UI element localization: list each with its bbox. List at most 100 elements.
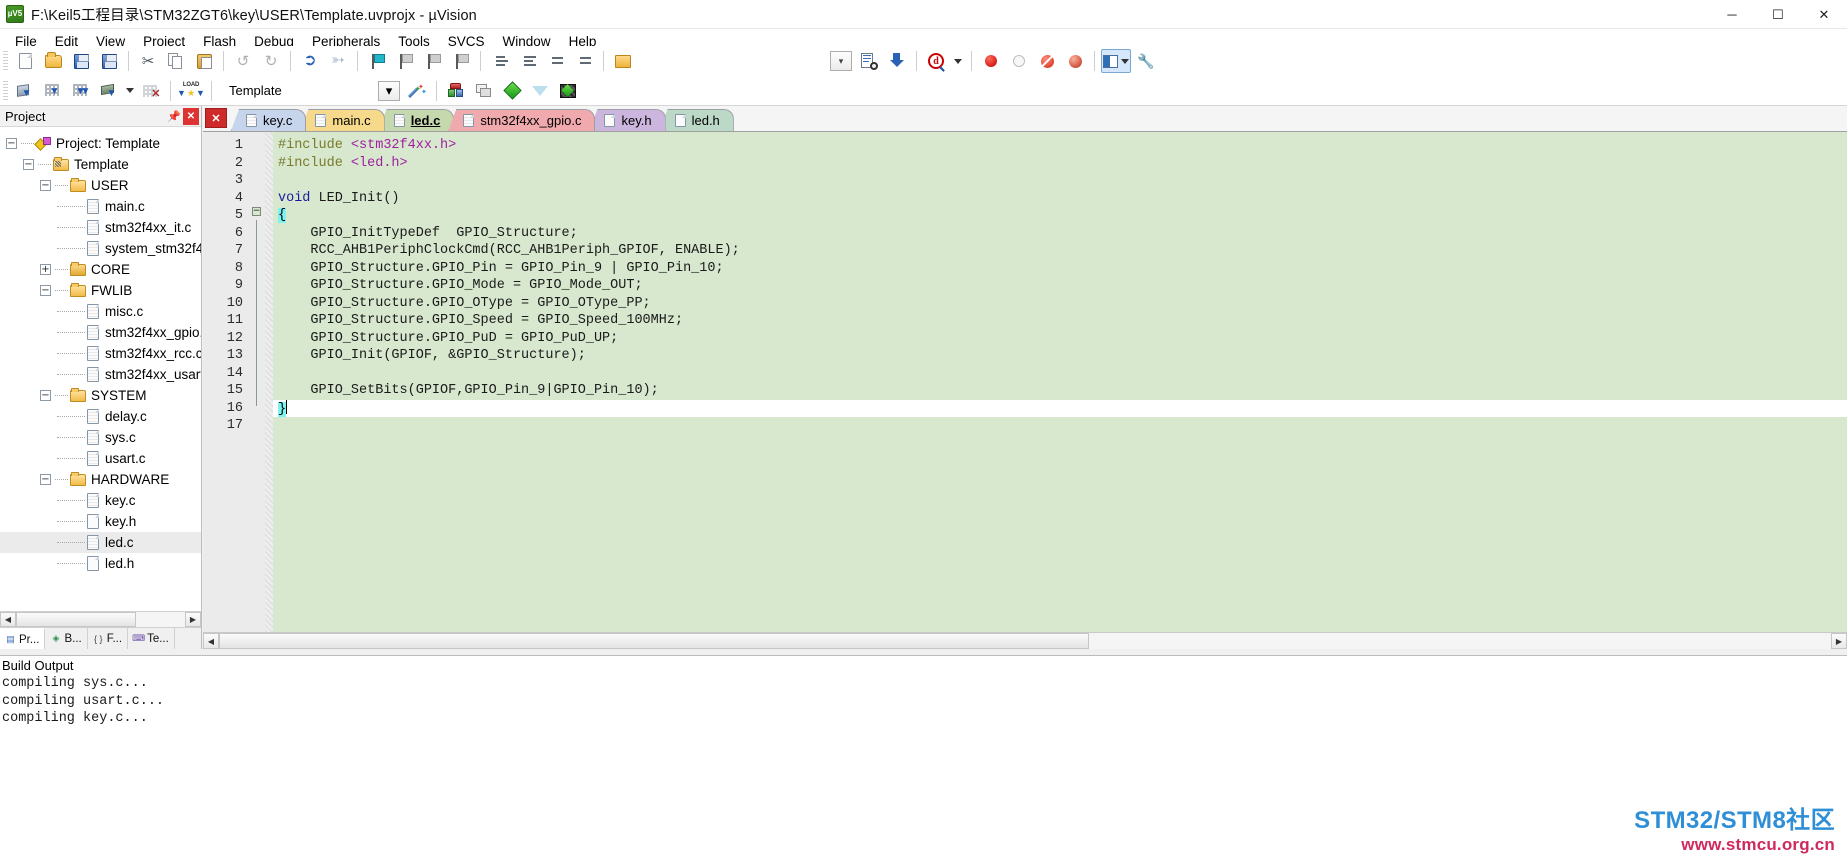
code-line[interactable]: GPIO_Init(GPIOF, &GPIO_Structure); (273, 347, 1847, 365)
clear-bookmarks-button[interactable] (448, 49, 474, 73)
panel-tab-pr[interactable]: ▤ Pr... (0, 628, 46, 649)
expand-toggle-icon[interactable]: + (40, 264, 51, 275)
stop-build-button[interactable]: ✕ (138, 79, 164, 103)
previous-bookmark-button[interactable] (392, 49, 418, 73)
open-file-button[interactable] (40, 49, 66, 73)
project-tree-hscrollbar[interactable]: ◀ ▶ (0, 611, 201, 627)
scroll-right-button[interactable]: ▶ (185, 612, 201, 627)
download-button[interactable]: LOAD ▼ ★ ▼ (177, 79, 205, 103)
filter-button[interactable] (527, 79, 553, 111)
scroll-track[interactable] (16, 612, 185, 627)
toggle-bookmark-button[interactable] (364, 49, 390, 73)
collapse-toggle-icon[interactable]: − (40, 474, 51, 485)
code-line[interactable]: void LED_Init() (273, 190, 1847, 208)
close-icon[interactable]: ✕ (183, 107, 199, 125)
save-button[interactable] (68, 49, 94, 73)
save-all-button[interactable] (96, 49, 122, 73)
collapse-toggle-icon[interactable]: − (40, 180, 51, 191)
navigate-back-button[interactable]: ➲ (297, 49, 323, 73)
tree-item-key-c[interactable]: key.c (0, 490, 201, 511)
debug-dropdown[interactable] (951, 49, 965, 73)
tree-item-key-h[interactable]: key.h (0, 511, 201, 532)
find-combo-dropdown[interactable]: ▾ (828, 49, 854, 73)
editor-tab-led-h[interactable]: led.h (659, 109, 734, 131)
batch-build-button[interactable]: ▼ (96, 79, 122, 103)
scroll-left-button[interactable]: ◀ (0, 612, 16, 627)
tree-item-led-c[interactable]: led.c (0, 532, 201, 553)
tree-item-system-stm32f4xx-c[interactable]: system_stm32f4xx.c (0, 238, 201, 259)
tree-item-usart-c[interactable]: usart.c (0, 448, 201, 469)
code-line[interactable]: #include <stm32f4xx.h> (273, 137, 1847, 155)
editor-tab-stm32f4xx-gpio-c[interactable]: stm32f4xx_gpio.c (448, 109, 596, 131)
build-target-button[interactable]: ▼ (40, 79, 66, 103)
close-button[interactable]: ✕ (1801, 0, 1847, 29)
collapse-toggle-icon[interactable]: − (6, 138, 17, 149)
tree-item-system[interactable]: − SYSTEM (0, 385, 201, 406)
tree-item-delay-c[interactable]: delay.c (0, 406, 201, 427)
code-line[interactable]: GPIO_InitTypeDef GPIO_Structure; (273, 225, 1847, 243)
code-line[interactable]: RCC_AHB1PeriphClockCmd(RCC_AHB1Periph_GP… (273, 242, 1847, 260)
editor-tab-led-c[interactable]: led.c (378, 109, 455, 131)
pack-manage-button[interactable] (555, 79, 581, 103)
code-line[interactable] (273, 365, 1847, 383)
toolbar-grip[interactable] (3, 80, 8, 101)
tree-item-fwlib[interactable]: − FWLIB (0, 280, 201, 301)
code-content[interactable]: #include <stm32f4xx.h> #include <led.h> v… (273, 132, 1847, 632)
collapse-toggle-icon[interactable]: − (40, 390, 51, 401)
code-line[interactable]: #include <led.h> (273, 155, 1847, 173)
editor-hscrollbar[interactable]: ◀ ▶ (203, 632, 1847, 649)
paste-button[interactable] (191, 49, 217, 73)
collapse-toggle-icon[interactable]: − (23, 159, 34, 170)
maximize-button[interactable]: ☐ (1755, 0, 1801, 29)
pin-icon[interactable]: 📌 (166, 108, 182, 125)
tree-item-main-c[interactable]: main.c (0, 196, 201, 217)
project-tree[interactable]: − Project: Template − Template − USER main.c st… (0, 127, 201, 611)
rebuild-all-button[interactable]: ▼ ▼ (68, 79, 94, 103)
tree-item-stm32f4xx-rcc-c[interactable]: stm32f4xx_rcc.c (0, 343, 201, 364)
code-line[interactable]: { (273, 207, 1847, 225)
tree-item-template[interactable]: − Template (0, 154, 201, 175)
close-active-tab-button[interactable]: ✕ (205, 108, 227, 128)
multi-project-button[interactable] (471, 79, 497, 103)
minimize-button[interactable]: ─ (1709, 0, 1755, 29)
code-line[interactable]: GPIO_SetBits(GPIOF,GPIO_Pin_9|GPIO_Pin_1… (273, 382, 1847, 400)
translate-file-button[interactable]: ▼ (12, 79, 38, 103)
tree-item-led-h[interactable]: led.h (0, 553, 201, 574)
panel-tab-b[interactable]: ◈ B... (45, 628, 88, 649)
scroll-thumb[interactable] (16, 612, 136, 627)
scroll-track[interactable] (219, 633, 1831, 649)
tree-item-user[interactable]: − USER (0, 175, 201, 196)
tree-item-stm32f4xx-it-c[interactable]: stm32f4xx_it.c (0, 217, 201, 238)
tree-item-stm32f4xx-usart-c[interactable]: stm32f4xx_usart.c (0, 364, 201, 385)
next-bookmark-button[interactable] (420, 49, 446, 73)
cut-button[interactable]: ✂ (135, 49, 161, 73)
collapse-toggle-icon[interactable]: − (40, 285, 51, 296)
code-editor[interactable]: 1 2 3 4 5 6 7 8 9 10 11 12 13 14 15 16 17 − #include <st… (203, 132, 1847, 632)
code-line[interactable] (273, 172, 1847, 190)
browse-symbol-button[interactable] (884, 49, 910, 73)
uncomment-button[interactable] (571, 49, 597, 73)
code-line[interactable]: GPIO_Structure.GPIO_Mode = GPIO_Mode_OUT… (273, 277, 1847, 295)
tree-item-hardware[interactable]: − HARDWARE (0, 469, 201, 490)
tree-item-stm32f4xx-gpio-c[interactable]: stm32f4xx_gpio.c (0, 322, 201, 343)
outdent-button[interactable] (515, 49, 541, 73)
pack-installer-button[interactable] (499, 79, 525, 103)
scroll-left-button[interactable]: ◀ (203, 633, 219, 649)
code-line[interactable]: GPIO_Structure.GPIO_Speed = GPIO_Speed_1… (273, 312, 1847, 330)
target-combo-dropdown-button[interactable]: ▾ (376, 79, 402, 103)
indent-button[interactable] (487, 49, 513, 73)
editor-tab-key-c[interactable]: key.c (231, 109, 307, 131)
code-line[interactable]: } (273, 399, 1847, 417)
tree-item-misc-c[interactable]: misc.c (0, 301, 201, 322)
fold-toggle-icon[interactable]: − (252, 207, 261, 216)
target-options-button[interactable] (443, 79, 469, 103)
redo-button[interactable]: ↻ (258, 49, 284, 73)
insert-breakpoint-button[interactable] (978, 49, 1004, 73)
copy-button[interactable] (163, 49, 189, 73)
navigate-forward-button[interactable]: ➳ (325, 49, 351, 73)
kill-all-breakpoints-button[interactable] (1062, 49, 1088, 73)
scroll-thumb[interactable] (219, 633, 1089, 649)
configuration-button[interactable]: 🔧 (1133, 49, 1159, 73)
tree-item-core[interactable]: + CORE (0, 259, 201, 280)
panel-tab-te[interactable]: ⌨ Te... (128, 628, 175, 649)
